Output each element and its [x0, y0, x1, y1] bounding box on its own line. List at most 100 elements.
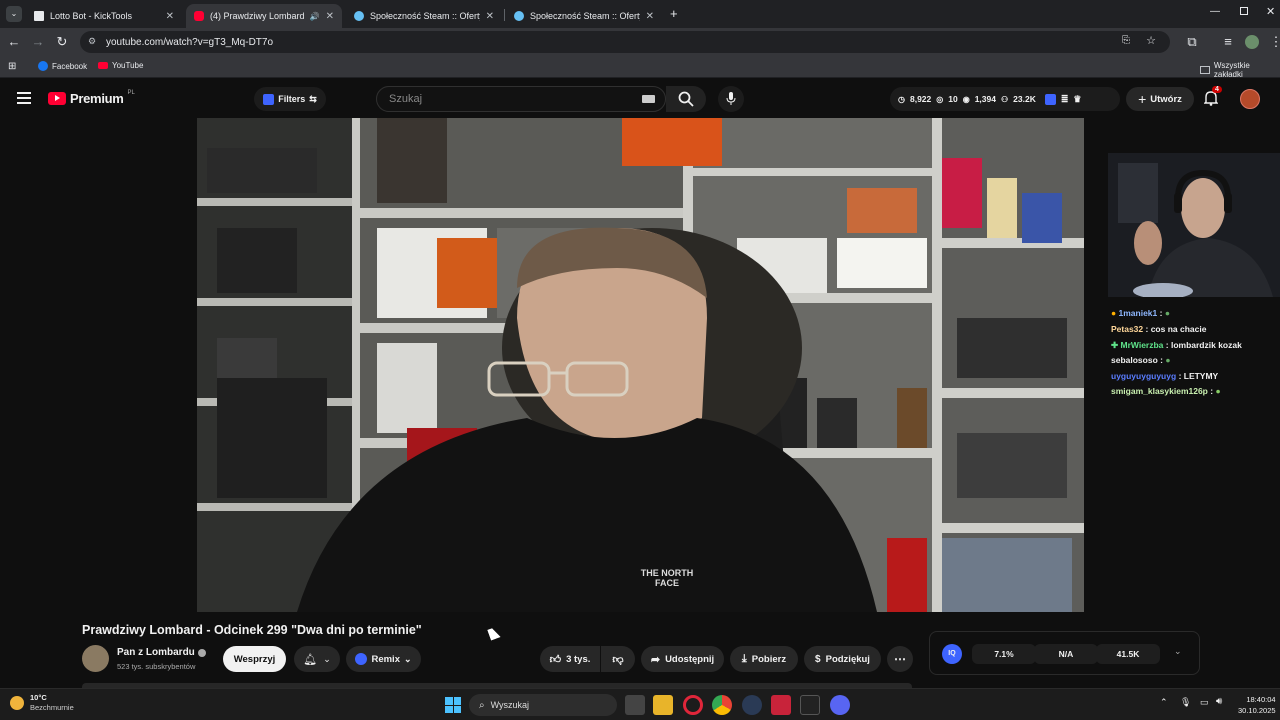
more-actions-button[interactable]: ⋯ [887, 646, 913, 672]
comment-icon: ◎ [936, 94, 944, 104]
weather-widget[interactable]: 10°C Bezchmurnie [10, 693, 74, 713]
subscription-bell-button[interactable]: 🔔︎ ⌄ [294, 646, 340, 672]
chat-message: ✚ MrWierzba : lombardzik kozak [1111, 340, 1242, 350]
remix-button[interactable]: Remix ⌄ [346, 646, 421, 672]
terminal-icon[interactable] [800, 695, 820, 715]
person-icon: ⚇ [1000, 94, 1009, 104]
expand-chevron-icon[interactable]: ⌄ [1174, 646, 1182, 657]
taskbar-search[interactable]: ⌕ Wyszukaj [469, 694, 617, 716]
tab-youtube-video[interactable]: (4) Prawdziwy Lombard - O 🔊 ✕ [186, 4, 342, 28]
clock[interactable]: 18:40:04 30.10.2025 [1238, 694, 1276, 716]
like-button[interactable]: 👍︎ 3 tys. [540, 646, 600, 672]
tab-separator [504, 9, 505, 21]
file-explorer-icon[interactable] [653, 695, 673, 715]
iq-icon[interactable]: IQ [942, 644, 962, 664]
speaker-icon[interactable]: 🔊 [310, 12, 320, 21]
chat-message: smigam_klasykiem126p : ● [1111, 386, 1221, 396]
dollar-heart-icon: $ [815, 653, 821, 665]
chrome-icon[interactable] [712, 695, 732, 715]
plus-icon: + [1138, 91, 1147, 107]
minimize-button[interactable]: — [1210, 6, 1220, 17]
bookmark-youtube[interactable]: YouTube [98, 61, 143, 70]
download-button[interactable]: ⤓ Pobierz [730, 646, 798, 672]
close-tab-icon[interactable]: ✕ [646, 11, 654, 22]
account-avatar[interactable] [1240, 89, 1260, 109]
keyboard-icon[interactable] [642, 95, 655, 103]
tray-chevron-icon[interactable]: ⌃ [1160, 697, 1168, 708]
extensions-icon[interactable]: ⧉ [1184, 34, 1200, 50]
tab-search-button[interactable]: ⌄ [6, 6, 22, 22]
notifications-button[interactable]: 4 [1203, 86, 1222, 111]
youtube-play-icon [48, 92, 66, 105]
share-button[interactable]: ➦ Udostępnij [641, 646, 724, 672]
browser-toolbar: ← → ↻ ⚙ youtube.com/watch?v=gT3_Mq-DT7o … [0, 28, 1280, 56]
hamburger-menu-icon[interactable] [17, 92, 31, 104]
steam-icon [514, 11, 524, 21]
thanks-button[interactable]: $ Podziękuj [804, 646, 881, 672]
tab-lotto-bot[interactable]: Lotto Bot - KickTools ✕ [26, 4, 182, 28]
menu-kebab-icon[interactable]: ⋮ [1268, 34, 1280, 50]
clock-icon: ◷ [898, 94, 905, 104]
filters-button[interactable]: Filters ⇆ [254, 87, 326, 111]
kicktools-icon [34, 11, 44, 21]
close-tab-icon[interactable]: ✕ [166, 11, 174, 22]
iq-icon[interactable] [1044, 93, 1056, 105]
back-button[interactable]: ← [6, 34, 22, 49]
search-button[interactable] [666, 86, 706, 112]
trophy-icon[interactable]: ♛ [1073, 94, 1081, 105]
tab-steam-2[interactable]: Społeczność Steam :: Oferty wy ✕ [506, 4, 662, 28]
chat-message: uyguyuyguyuyg : LETYMY [1111, 371, 1219, 381]
site-info-icon[interactable]: ⚙ [88, 36, 96, 47]
support-button[interactable]: Wesprzyj [223, 646, 286, 672]
stat-views: 41.5K [1096, 644, 1160, 664]
channel-name[interactable]: Pan z Lombardu [117, 647, 206, 658]
bookmark-star-icon[interactable]: ☆ [1146, 34, 1156, 47]
warning-badge-icon: ● [1111, 308, 1117, 318]
microphone-tray-icon[interactable]: 🎙︎ [1180, 697, 1191, 708]
close-tab-icon[interactable]: ✕ [486, 11, 494, 22]
chevron-down-icon: ⌄ [403, 653, 412, 664]
emote-icon: ● [1215, 386, 1221, 396]
subscriber-count: 523 tys. subskrybentów [117, 662, 196, 671]
volume-icon[interactable]: 🔊︎ [1216, 696, 1222, 707]
install-icon[interactable]: ⎘ [1122, 35, 1130, 46]
discord-icon[interactable] [830, 695, 850, 715]
steam-icon[interactable] [742, 695, 762, 715]
thumbs-down-icon: 👎︎ [612, 653, 624, 666]
create-button[interactable]: + Utwórz [1126, 87, 1194, 111]
video-frame [197, 118, 1084, 612]
tab-steam-1[interactable]: Społeczność Steam :: Oferty wy ✕ [346, 4, 502, 28]
channel-avatar[interactable] [82, 645, 109, 672]
chat-message: sebalososo : ● [1111, 355, 1171, 365]
profile-avatar[interactable] [1245, 35, 1259, 49]
windows-start-icon[interactable] [443, 695, 463, 715]
forward-button[interactable]: → [30, 34, 46, 49]
download-icon: ⤓ [741, 652, 747, 665]
address-bar[interactable]: ⚙ youtube.com/watch?v=gT3_Mq-DT7o ⎘ ☆ [80, 31, 1170, 53]
opera-icon[interactable] [683, 695, 703, 715]
all-bookmarks[interactable]: Wszystkie zakładki [1200, 61, 1280, 79]
app-icon[interactable] [771, 695, 791, 715]
youtube-logo[interactable]: Premium PL [48, 90, 135, 106]
emote-icon: ● [1165, 355, 1171, 365]
network-icon[interactable]: ▭ [1200, 697, 1209, 708]
voice-search-button[interactable] [718, 86, 744, 112]
thumbs-up-icon: 👍︎ [549, 653, 562, 666]
new-tab-button[interactable]: + [670, 6, 678, 21]
sliders-icon: ⇆ [309, 93, 317, 104]
reload-button[interactable]: ↻ [54, 34, 70, 50]
chat-message: ● 1maniek1 : ● [1111, 308, 1170, 318]
task-view-icon[interactable] [625, 695, 645, 715]
maximize-button[interactable] [1240, 7, 1248, 15]
close-window-button[interactable]: ✕ [1266, 5, 1275, 18]
search-icon: ⌕ [479, 699, 485, 711]
search-input[interactable]: Szukaj [376, 86, 666, 112]
list-icon[interactable]: ≣ [1061, 94, 1069, 105]
iq-icon [263, 93, 275, 105]
video-player[interactable]: THE NORTH FACE [197, 118, 1084, 612]
reading-list-icon[interactable]: ≡ [1220, 34, 1236, 49]
dislike-button[interactable]: 👎︎ [601, 646, 635, 672]
bookmark-facebook[interactable]: Facebook [38, 61, 87, 71]
apps-grid-icon[interactable]: ⊞ [8, 61, 16, 72]
close-tab-icon[interactable]: ✕ [326, 11, 334, 22]
